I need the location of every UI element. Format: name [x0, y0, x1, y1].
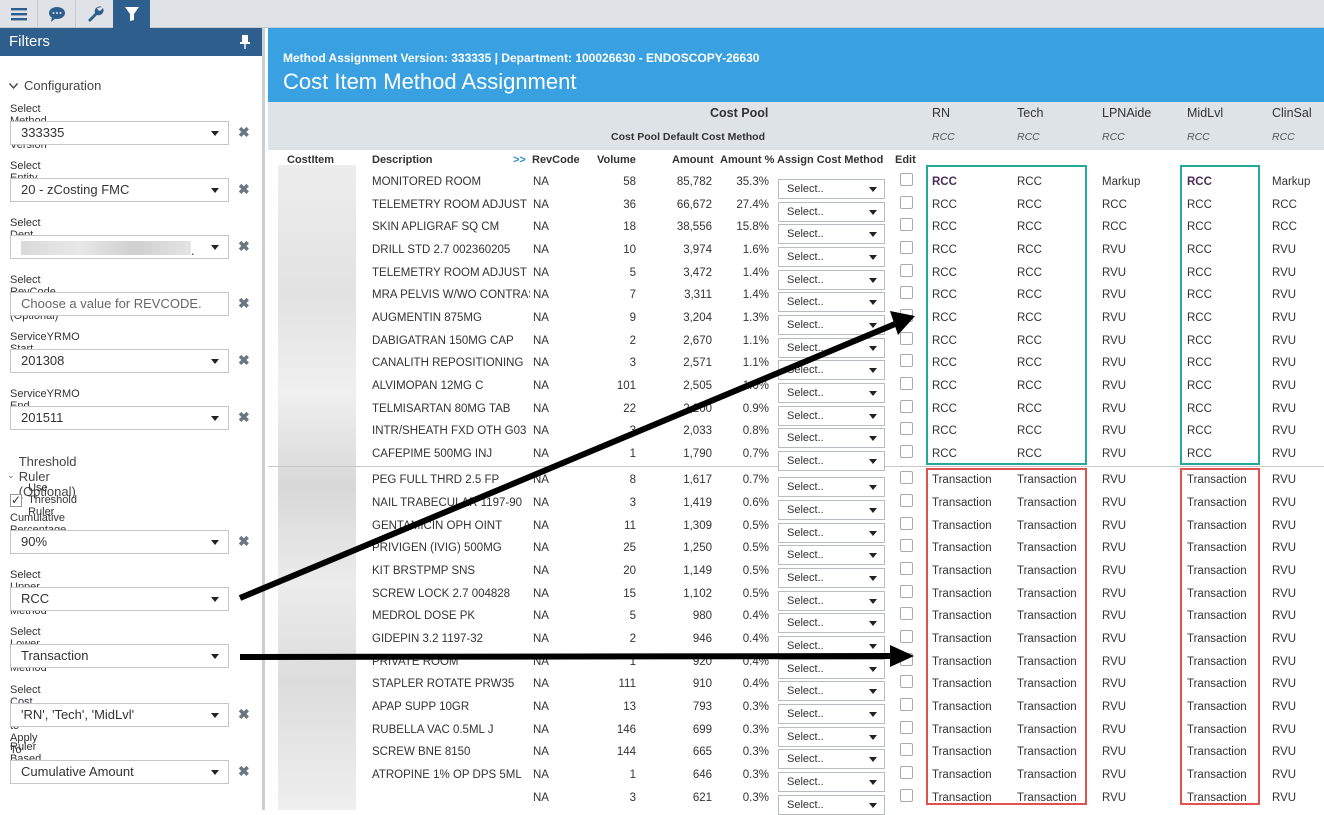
- lower-method-arrow: [239, 645, 914, 667]
- annotation-arrows: [238, 311, 915, 667]
- upper-method-arrow: [238, 311, 915, 601]
